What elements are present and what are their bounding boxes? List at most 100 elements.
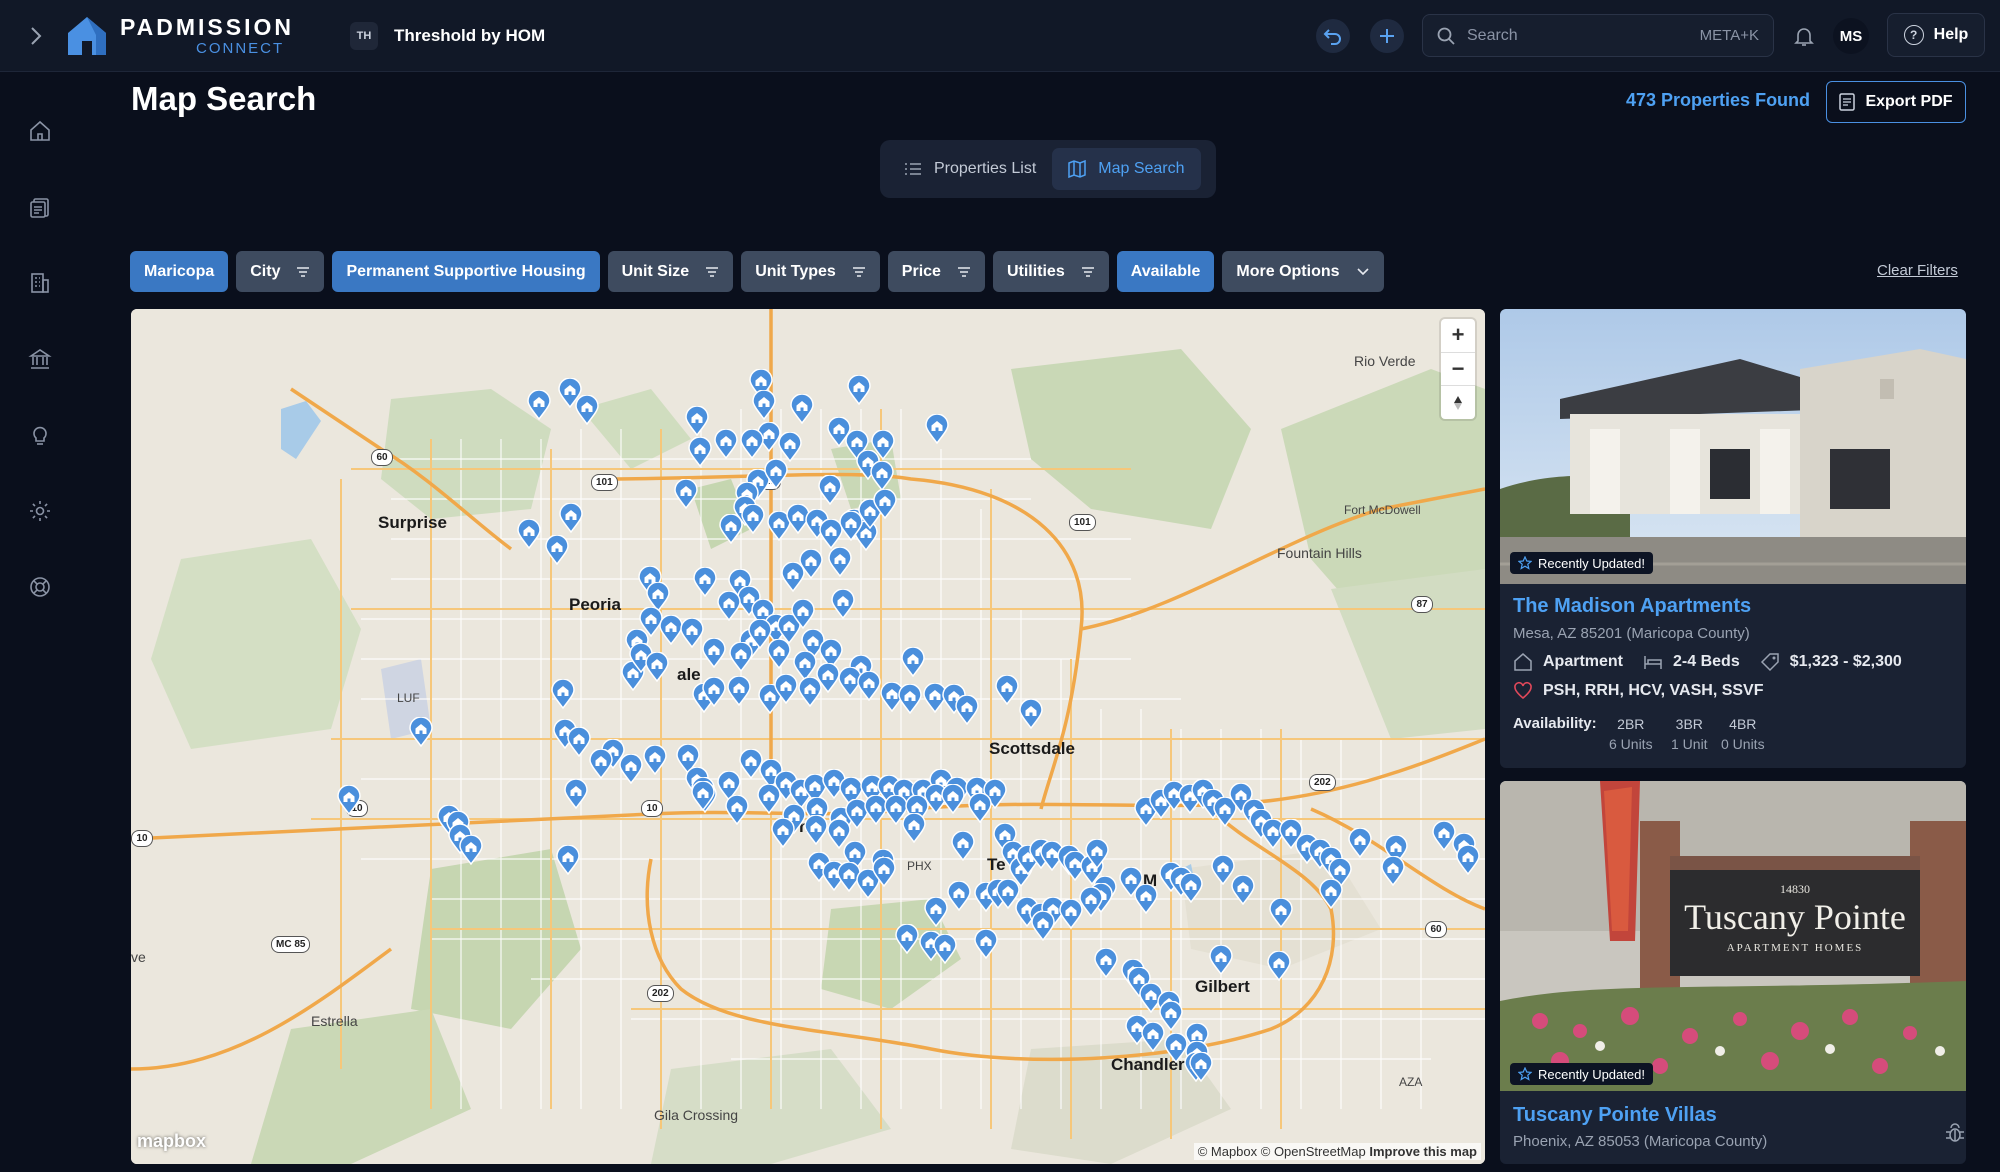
filter-chip[interactable]: Utilities bbox=[992, 251, 1109, 292]
property-pin-icon[interactable] bbox=[968, 793, 992, 823]
property-pin-icon[interactable] bbox=[680, 618, 704, 648]
filter-chip[interactable]: More Options bbox=[1222, 251, 1384, 292]
property-pin-icon[interactable] bbox=[556, 845, 580, 875]
property-pin-icon[interactable] bbox=[898, 684, 922, 714]
property-pin-icon[interactable] bbox=[781, 562, 805, 592]
listing-card[interactable]: Recently Updated! The Madison Apartments… bbox=[1500, 309, 1966, 768]
property-pin-icon[interactable] bbox=[1085, 839, 1109, 869]
filter-chip[interactable]: Unit Types bbox=[741, 251, 880, 292]
property-pin-icon[interactable] bbox=[955, 695, 979, 725]
property-pin-icon[interactable] bbox=[1348, 828, 1372, 858]
property-pin-icon[interactable] bbox=[839, 511, 863, 541]
property-pin-icon[interactable] bbox=[872, 857, 896, 887]
property-pin-icon[interactable] bbox=[1209, 945, 1233, 975]
mapbox-logo[interactable]: mapbox bbox=[137, 1131, 206, 1152]
property-pin-icon[interactable] bbox=[685, 406, 709, 436]
property-pin-icon[interactable] bbox=[559, 503, 583, 533]
property-pin-icon[interactable] bbox=[719, 514, 743, 544]
notifications-button[interactable] bbox=[1790, 22, 1818, 50]
user-avatar[interactable]: MS bbox=[1833, 18, 1869, 54]
tab-properties-list[interactable]: Properties List bbox=[888, 148, 1052, 190]
filter-chip[interactable]: Price bbox=[887, 251, 985, 292]
property-pin-icon[interactable] bbox=[828, 547, 852, 577]
property-pin-icon[interactable] bbox=[741, 504, 765, 534]
property-pin-icon[interactable] bbox=[717, 591, 741, 621]
property-pin-icon[interactable] bbox=[995, 675, 1019, 705]
help-button[interactable]: ? Help bbox=[1887, 13, 1985, 57]
property-pin-icon[interactable] bbox=[816, 663, 840, 693]
property-pin-icon[interactable] bbox=[857, 671, 881, 701]
property-pin-icon[interactable] bbox=[551, 679, 575, 709]
property-pin-icon[interactable] bbox=[941, 784, 965, 814]
sidebar-item-settings[interactable] bbox=[24, 495, 56, 527]
property-pin-icon[interactable] bbox=[925, 414, 949, 444]
tab-map-search[interactable]: Map Search bbox=[1052, 148, 1201, 190]
property-pin-icon[interactable] bbox=[757, 784, 781, 814]
property-pin-icon[interactable] bbox=[767, 639, 791, 669]
property-pin-icon[interactable] bbox=[674, 479, 698, 509]
property-pin-icon[interactable] bbox=[619, 754, 643, 784]
property-pin-icon[interactable] bbox=[567, 727, 591, 757]
org-switcher[interactable]: TH Threshold by HOM bbox=[350, 20, 545, 52]
property-pin-icon[interactable] bbox=[764, 459, 788, 489]
property-pin-icon[interactable] bbox=[1094, 948, 1118, 978]
property-pin-icon[interactable] bbox=[564, 779, 588, 809]
property-pin-icon[interactable] bbox=[778, 432, 802, 462]
sidebar-item-applications[interactable] bbox=[24, 191, 56, 223]
property-pin-icon[interactable] bbox=[831, 589, 855, 619]
property-pin-icon[interactable] bbox=[1134, 884, 1158, 914]
property-pin-icon[interactable] bbox=[589, 749, 613, 779]
attribution-text[interactable]: © Mapbox © OpenStreetMap bbox=[1198, 1144, 1366, 1159]
property-pin-icon[interactable] bbox=[873, 489, 897, 519]
property-pin-icon[interactable] bbox=[702, 638, 726, 668]
property-pin-icon[interactable] bbox=[752, 390, 776, 420]
listing-title[interactable]: The Madison Apartments bbox=[1513, 595, 1751, 618]
property-pin-icon[interactable] bbox=[1141, 1022, 1165, 1052]
sidebar-item-properties[interactable] bbox=[24, 267, 56, 299]
sidebar-item-support[interactable] bbox=[24, 571, 56, 603]
zoom-out-button[interactable]: − bbox=[1441, 353, 1475, 387]
filter-chip[interactable]: Unit Size bbox=[607, 251, 734, 292]
property-pin-icon[interactable] bbox=[409, 717, 433, 747]
search-input[interactable] bbox=[1467, 26, 1700, 45]
property-pin-icon[interactable] bbox=[1456, 845, 1480, 875]
property-pin-icon[interactable] bbox=[725, 795, 749, 825]
property-pin-icon[interactable] bbox=[902, 813, 926, 843]
sidebar-item-agencies[interactable] bbox=[24, 343, 56, 375]
property-pin-icon[interactable] bbox=[1319, 879, 1343, 909]
sidebar-item-home[interactable] bbox=[24, 115, 56, 147]
property-pin-icon[interactable] bbox=[974, 929, 998, 959]
filter-chip[interactable]: City bbox=[236, 251, 325, 292]
property-pin-icon[interactable] bbox=[337, 785, 361, 815]
property-pin-icon[interactable] bbox=[951, 831, 975, 861]
global-search[interactable]: META+K bbox=[1422, 14, 1774, 57]
property-pin-icon[interactable] bbox=[1381, 856, 1405, 886]
filter-chip[interactable]: Permanent Supportive Housing bbox=[332, 251, 600, 292]
property-pin-icon[interactable] bbox=[901, 647, 925, 677]
property-pin-icon[interactable] bbox=[1179, 873, 1203, 903]
property-pin-icon[interactable] bbox=[1231, 875, 1255, 905]
property-pin-icon[interactable] bbox=[459, 835, 483, 865]
filter-chip[interactable]: Maricopa bbox=[130, 251, 229, 292]
undo-button[interactable] bbox=[1316, 19, 1350, 53]
property-pin-icon[interactable] bbox=[691, 781, 715, 811]
property-pin-icon[interactable] bbox=[702, 677, 726, 707]
property-pin-icon[interactable] bbox=[1267, 951, 1291, 981]
property-pin-icon[interactable] bbox=[1189, 1052, 1213, 1082]
property-pin-icon[interactable] bbox=[847, 375, 871, 405]
property-pin-icon[interactable] bbox=[727, 676, 751, 706]
property-pin-icon[interactable] bbox=[791, 599, 815, 629]
property-pin-icon[interactable] bbox=[527, 390, 551, 420]
property-pin-icon[interactable] bbox=[693, 567, 717, 597]
export-pdf-button[interactable]: Export PDF bbox=[1826, 81, 1966, 123]
property-pin-icon[interactable] bbox=[895, 924, 919, 954]
property-pin-icon[interactable] bbox=[1031, 911, 1055, 941]
property-pin-icon[interactable] bbox=[645, 652, 669, 682]
filter-chip[interactable]: Available bbox=[1116, 251, 1215, 292]
sidebar-item-insights[interactable] bbox=[24, 419, 56, 451]
improve-map-link[interactable]: Improve this map bbox=[1369, 1144, 1477, 1159]
property-pin-icon[interactable] bbox=[643, 745, 667, 775]
feedback-button[interactable] bbox=[1940, 1118, 1970, 1148]
property-pin-icon[interactable] bbox=[870, 461, 894, 491]
property-pin-icon[interactable] bbox=[818, 475, 842, 505]
